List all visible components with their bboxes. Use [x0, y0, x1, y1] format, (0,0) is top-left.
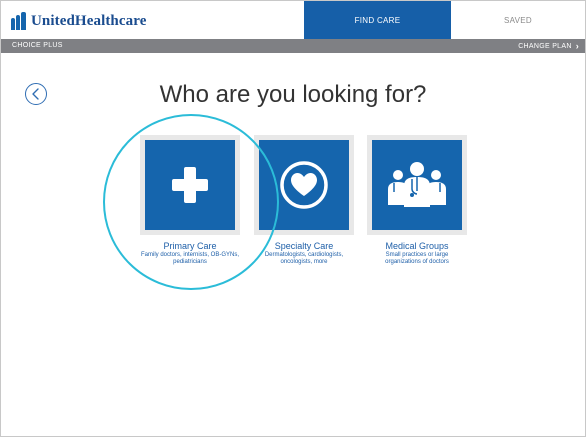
- change-plan-label: CHANGE PLAN: [518, 42, 572, 50]
- tile-frame: [367, 135, 467, 235]
- tab-find-care[interactable]: FIND CARE: [304, 1, 451, 39]
- brand-logo[interactable]: UnitedHealthcare: [11, 11, 146, 31]
- card-title: Medical Groups: [385, 241, 449, 251]
- app-window: UnitedHealthcare FIND CARE SAVED CHOICE …: [0, 0, 586, 437]
- page-title: Who are you looking for?: [159, 81, 427, 108]
- heart-icon: [280, 161, 328, 209]
- brand-name: UnitedHealthcare: [31, 12, 147, 29]
- doctors-group-icon: [388, 162, 446, 207]
- highlight-circle: [103, 114, 279, 290]
- card-description: Small practices or large organizations o…: [385, 252, 449, 265]
- brand-mark-icon: [11, 12, 27, 30]
- plan-name: CHOICE PLUS: [12, 42, 63, 49]
- change-plan-link[interactable]: CHANGE PLAN ›: [518, 41, 579, 51]
- plan-bar: CHOICE PLUS CHANGE PLAN ›: [1, 39, 585, 53]
- header: UnitedHealthcare FIND CARE SAVED: [1, 1, 585, 40]
- tile: [372, 140, 462, 230]
- card-description: Dermatologists, cardiologists, oncologis…: [264, 252, 344, 265]
- chevron-right-icon: ›: [575, 41, 579, 51]
- card-medical-groups[interactable]: Medical Groups Small practices or large …: [367, 135, 467, 266]
- tab-saved[interactable]: SAVED: [451, 1, 585, 39]
